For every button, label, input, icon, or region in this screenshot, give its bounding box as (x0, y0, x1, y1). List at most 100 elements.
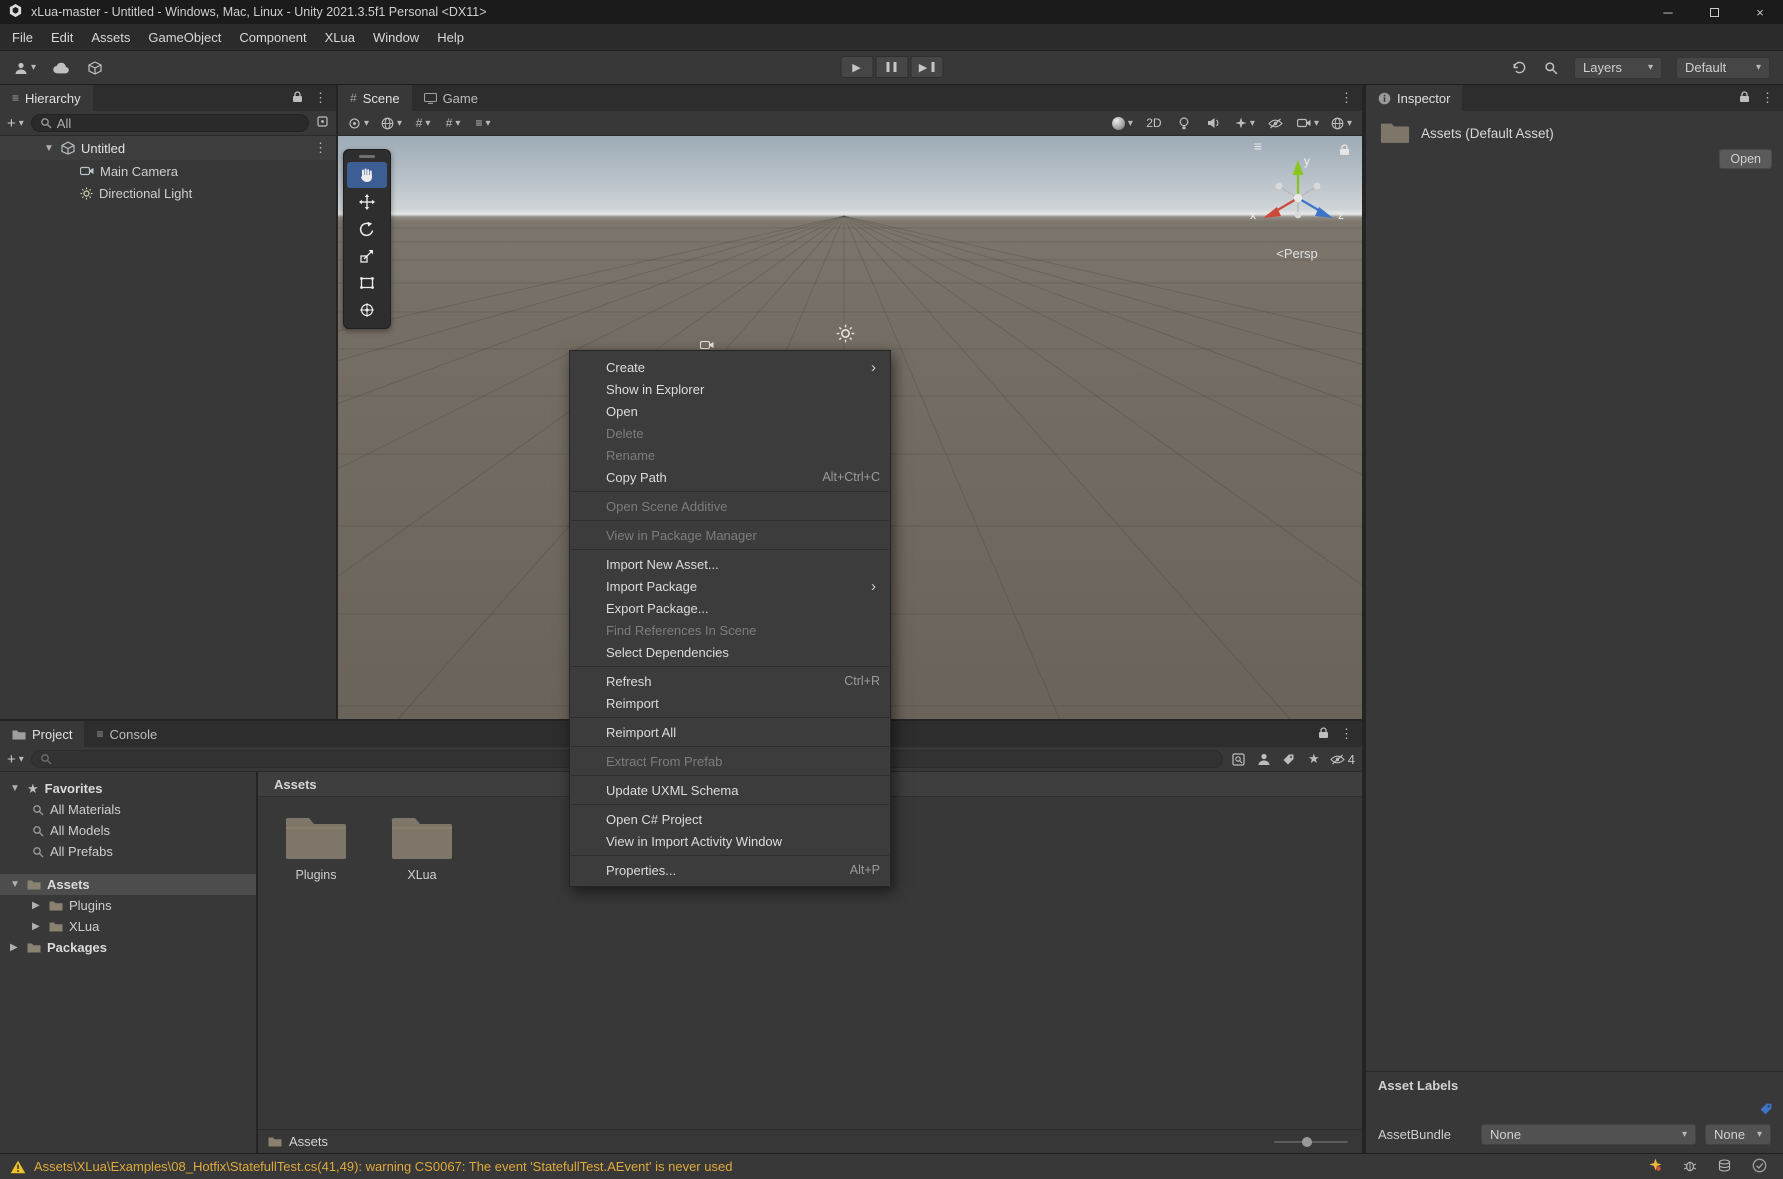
cache-server-icon[interactable] (1718, 1159, 1731, 1175)
assetbundle-variant-dropdown[interactable]: None ▾ (1705, 1124, 1771, 1145)
context-menu-item[interactable]: Select Dependencies › (570, 641, 890, 663)
tab-scene[interactable]: # Scene (338, 85, 412, 111)
hierarchy-search-input[interactable]: All (31, 114, 309, 132)
search-button[interactable] (1542, 57, 1560, 79)
foldout-closed-icon[interactable]: ▶ (32, 900, 43, 911)
context-menu-item[interactable]: View in Import Activity Window › (570, 830, 890, 852)
effects-dropdown[interactable]: ▾ (1235, 112, 1255, 134)
create-asset-dropdown[interactable]: + ▾ (7, 752, 24, 767)
close-button[interactable]: × (1737, 0, 1783, 24)
more-menu-icon[interactable]: ⋮ (1761, 90, 1774, 106)
context-menu-item[interactable]: Delete › (570, 422, 890, 444)
create-dropdown[interactable]: + ▾ (7, 116, 24, 131)
search-by-label-icon[interactable] (1280, 748, 1298, 770)
layout-dropdown[interactable]: Default ▾ (1676, 57, 1770, 79)
assetbundle-dropdown[interactable]: None ▾ (1481, 1124, 1696, 1145)
favorites-item[interactable]: All Prefabs (0, 841, 256, 862)
asset-folder-tile[interactable]: XLua (376, 813, 468, 882)
foldout-open-icon[interactable]: ▼ (10, 879, 21, 890)
status-bar[interactable]: Assets\XLua\Examples\08_Hotfix\Statefull… (0, 1153, 1783, 1179)
scene-visibility-toggle[interactable] (1267, 112, 1285, 134)
code-optimization-icon[interactable] (1683, 1159, 1697, 1175)
lock-icon[interactable] (1739, 91, 1750, 106)
scene-row-untitled[interactable]: ▼ Untitled ⋮ (0, 136, 336, 160)
lighting-toggle[interactable] (1175, 112, 1193, 134)
picker-target-icon[interactable] (316, 115, 329, 131)
assets-root-row[interactable]: ▼ Assets (0, 874, 256, 895)
directional-light-gizmo[interactable] (836, 324, 855, 346)
snap-increment-dropdown[interactable]: ≡ ▾ (474, 112, 492, 134)
rect-tool-button[interactable] (347, 270, 387, 296)
hierarchy-item[interactable]: Directional Light (0, 182, 336, 204)
more-menu-icon[interactable]: ⋮ (314, 90, 327, 106)
scene-options-icon[interactable]: ⋮ (314, 140, 336, 156)
label-tag-icon[interactable] (1759, 1102, 1773, 1119)
context-menu-item[interactable]: Find References In Scene › (570, 619, 890, 641)
asset-folder-row[interactable]: ▶ XLua (0, 916, 256, 937)
asset-folder-row[interactable]: ▶ Plugins (0, 895, 256, 916)
context-menu-item[interactable]: Open Scene Additive › (570, 495, 890, 517)
context-menu-item[interactable]: Properties... Alt+P › (570, 859, 890, 881)
asset-labels-header[interactable]: Asset Labels (1366, 1072, 1783, 1098)
snap-settings-dropdown[interactable]: # ▾ (444, 112, 462, 134)
maximize-button[interactable] (1691, 0, 1737, 24)
more-menu-icon[interactable]: ⋮ (1340, 726, 1353, 742)
menu-item[interactable]: Component (230, 24, 315, 50)
context-menu-item[interactable]: Reimport › (570, 692, 890, 714)
context-menu-item[interactable]: View in Package Manager › (570, 524, 890, 546)
pause-button[interactable] (875, 56, 908, 78)
palette-drag-handle[interactable] (359, 155, 375, 158)
gizmos-dropdown[interactable]: ▾ (1331, 112, 1352, 134)
context-menu-item[interactable]: Export Package... › (570, 597, 890, 619)
persp-toggle[interactable]: <Persp (1254, 246, 1340, 261)
favorites-item[interactable]: All Materials (0, 799, 256, 820)
scene-camera-dropdown[interactable]: ▾ (1297, 112, 1319, 134)
context-menu-item[interactable]: Update UXML Schema › (570, 779, 890, 801)
foldout-open-icon[interactable]: ▼ (10, 783, 21, 794)
audio-toggle[interactable] (1205, 112, 1223, 134)
step-button[interactable]: ▶ (910, 56, 943, 78)
context-menu-item[interactable]: Import Package › (570, 575, 890, 597)
tab-inspector[interactable]: Inspector (1366, 85, 1462, 111)
move-tool-button[interactable] (347, 189, 387, 215)
tab-game[interactable]: Game (412, 85, 490, 111)
progress-status-icon[interactable] (1752, 1158, 1767, 1176)
open-search-window-icon[interactable] (1230, 748, 1248, 770)
tab-hierarchy[interactable]: ≡ Hierarchy (0, 85, 93, 111)
layers-dropdown[interactable]: Layers ▾ (1574, 57, 1662, 79)
foldout-closed-icon[interactable]: ▶ (32, 921, 43, 932)
console-status-message[interactable]: Assets\XLua\Examples\08_Hotfix\Statefull… (34, 1159, 732, 1174)
context-menu-item[interactable]: Import New Asset... › (570, 553, 890, 575)
context-menu-item[interactable]: Create › (570, 356, 890, 378)
menu-item[interactable]: XLua (316, 24, 364, 50)
2d-toggle[interactable]: 2D (1145, 112, 1163, 134)
slider-handle[interactable] (1302, 1137, 1312, 1147)
transform-tool-button[interactable] (347, 297, 387, 323)
menu-item[interactable]: Window (364, 24, 428, 50)
menu-item[interactable]: GameObject (139, 24, 230, 50)
minimize-button[interactable]: ─ (1645, 0, 1691, 24)
play-button[interactable]: ▶ (840, 56, 873, 78)
search-favorites-icon[interactable]: ★ (1305, 748, 1323, 770)
menu-item[interactable]: Help (428, 24, 473, 50)
favorites-row[interactable]: ▼ ★ Favorites (0, 778, 256, 799)
services-button[interactable] (86, 57, 104, 79)
notifications-icon[interactable] (1649, 1158, 1662, 1175)
context-menu-item[interactable]: Reimport All › (570, 721, 890, 743)
lock-icon[interactable] (292, 91, 303, 106)
packages-root-row[interactable]: ▶ Packages (0, 937, 256, 958)
menu-item[interactable]: Assets (82, 24, 139, 50)
open-button[interactable]: Open (1719, 149, 1772, 169)
shading-mode-dropdown[interactable]: ▾ (1112, 112, 1133, 134)
grid-visibility-dropdown[interactable]: # ▾ (414, 112, 432, 134)
context-menu-item[interactable]: Open › (570, 400, 890, 422)
lock-icon[interactable] (1318, 727, 1329, 742)
favorites-item[interactable]: All Models (0, 820, 256, 841)
tool-settings-dropdown[interactable]: ▾ (348, 112, 369, 134)
tab-console[interactable]: ≡ Console (84, 721, 169, 747)
menu-item[interactable]: File (3, 24, 42, 50)
account-dropdown[interactable]: ▾ (14, 57, 36, 79)
context-menu-item[interactable]: Show in Explorer › (570, 378, 890, 400)
context-menu-item[interactable]: Open C# Project › (570, 808, 890, 830)
cloud-button[interactable] (52, 57, 70, 79)
